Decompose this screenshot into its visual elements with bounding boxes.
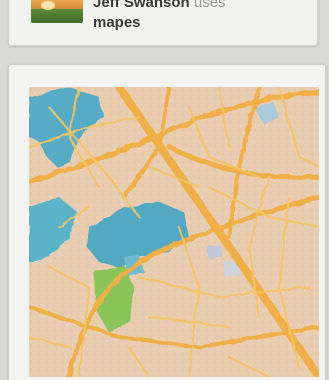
map-svg: [29, 87, 319, 377]
post-card-header: Jeff Swanson uses mapes: [8, 0, 318, 46]
post-subject: mapes: [93, 14, 141, 31]
post-verb: uses: [193, 0, 226, 11]
landscape-thumbnail-icon[interactable]: [31, 0, 83, 23]
watercolor-map-image[interactable]: [29, 87, 319, 377]
paper-wash: [29, 87, 319, 377]
post-author[interactable]: Jeff Swanson: [93, 0, 190, 11]
map-card: [8, 64, 326, 380]
post-title: Jeff Swanson uses mapes: [93, 0, 313, 33]
